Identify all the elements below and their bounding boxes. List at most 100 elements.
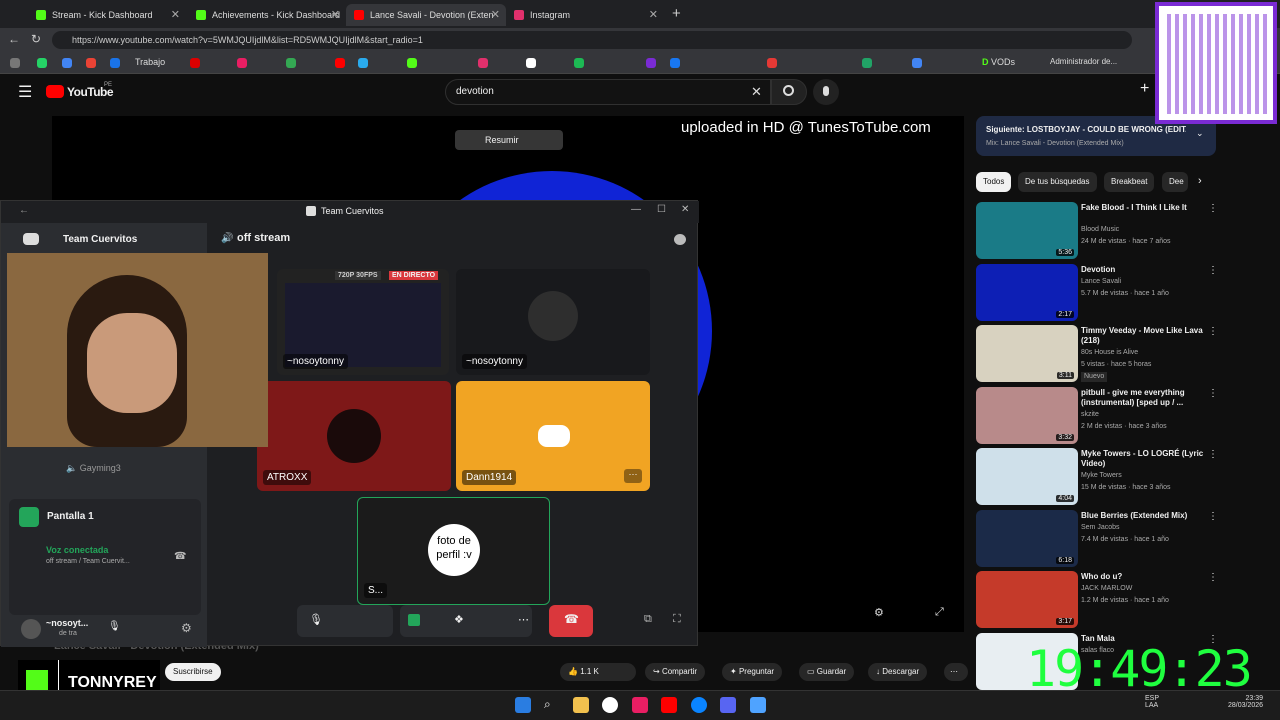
bookmark-vods[interactable]: D VODs bbox=[982, 57, 1015, 67]
microphone-icon[interactable]: 🎙 bbox=[108, 621, 121, 632]
rec-channel[interactable]: 80s House is Alive bbox=[1081, 348, 1206, 358]
close-icon[interactable]: ✕ bbox=[331, 8, 340, 21]
kebab-menu-icon[interactable]: ⋮ bbox=[1208, 388, 1218, 399]
spotify-icon[interactable] bbox=[574, 58, 584, 68]
chevron-right-icon[interactable]: › bbox=[1198, 175, 1202, 187]
menu-icon[interactable]: ☰ bbox=[18, 82, 32, 102]
voice-sub[interactable]: off stream / Team Cuervit... bbox=[46, 558, 130, 565]
rec-thumbnail[interactable]: 6:18 bbox=[976, 509, 1078, 567]
video-tile-dann[interactable]: Dann1914 ⋯ bbox=[456, 381, 650, 491]
calendar-icon[interactable] bbox=[110, 58, 120, 68]
media-icon[interactable] bbox=[661, 697, 677, 713]
facebook-icon[interactable] bbox=[670, 58, 680, 68]
rec-channel[interactable]: JACK MARLOW bbox=[1081, 584, 1206, 594]
video-tile-atroxx[interactable]: ATROXX bbox=[257, 381, 451, 491]
tab-instagram[interactable]: Instagram ✕ bbox=[506, 4, 664, 26]
music-icon[interactable] bbox=[632, 697, 648, 713]
bookmark-icon[interactable] bbox=[912, 58, 922, 68]
rec-channel[interactable]: Myke Towers bbox=[1081, 471, 1206, 481]
chat-bubble-icon[interactable] bbox=[674, 234, 686, 245]
more-options-icon[interactable]: ⋯ bbox=[624, 469, 642, 483]
rec-title[interactable]: Fake Blood - I Think I Like It bbox=[1081, 203, 1206, 213]
new-tab-button[interactable]: + bbox=[672, 5, 681, 22]
x-icon[interactable] bbox=[526, 58, 536, 68]
leave-call-button[interactable]: ☎ bbox=[549, 605, 593, 637]
url-field[interactable]: https://www.youtube.com/watch?v=5WMJQUIj… bbox=[52, 31, 1132, 49]
chrome-icon[interactable] bbox=[602, 697, 618, 713]
minimize-icon[interactable]: — bbox=[631, 204, 641, 215]
rec-channel[interactable]: Sem Jacobs bbox=[1081, 523, 1206, 533]
more-icon[interactable]: ⋯ bbox=[518, 613, 529, 626]
clear-search-icon[interactable]: ✕ bbox=[751, 84, 762, 100]
back-arrow-icon[interactable]: ← bbox=[8, 32, 20, 46]
summarize-button[interactable]: Resumir bbox=[455, 130, 563, 150]
maximize-icon[interactable]: ☐ bbox=[657, 204, 666, 215]
like-button[interactable]: 👍 1.1 K bbox=[560, 663, 636, 681]
rec-thumbnail[interactable]: 4:04 bbox=[976, 448, 1078, 505]
app-icon[interactable] bbox=[750, 697, 766, 713]
activities-icon[interactable]: ❖ bbox=[454, 613, 464, 626]
rec-thumbnail[interactable]: 3:17 bbox=[976, 571, 1078, 628]
fullscreen-icon[interactable]: ⛶ bbox=[673, 613, 681, 626]
close-icon[interactable]: ✕ bbox=[171, 8, 180, 21]
rec-channel[interactable]: skzite bbox=[1081, 410, 1206, 420]
rec-thumbnail[interactable]: 5:36 bbox=[976, 202, 1078, 259]
video-tile-self[interactable]: foto de perfil :v S... bbox=[357, 497, 550, 605]
share-button[interactable]: ↪ Compartir bbox=[645, 663, 706, 681]
discord-icon[interactable] bbox=[720, 697, 736, 713]
rec-channel[interactable]: Lance Savali bbox=[1081, 277, 1206, 287]
windows-start-icon[interactable] bbox=[515, 697, 531, 713]
kebab-menu-icon[interactable]: ⋮ bbox=[1208, 511, 1218, 522]
close-icon[interactable]: ✕ bbox=[649, 8, 658, 21]
chevron-down-icon[interactable]: ⌄ bbox=[1196, 128, 1204, 139]
bookmark-icon[interactable] bbox=[190, 58, 200, 68]
create-icon[interactable]: + bbox=[1140, 80, 1149, 98]
rec-thumbnail[interactable]: 3:11 bbox=[976, 325, 1078, 382]
system-clock[interactable]: 23:39 28/03/2026 bbox=[1228, 695, 1263, 709]
bookmark-icon[interactable] bbox=[10, 58, 20, 68]
video-tile-user[interactable]: ~nosoytonny bbox=[456, 269, 650, 375]
kebab-menu-icon[interactable]: ⋮ bbox=[1208, 572, 1218, 583]
ask-button[interactable]: ✦ Preguntar bbox=[722, 663, 783, 681]
rec-title[interactable]: pitbull - give me everything (instrument… bbox=[1081, 388, 1206, 408]
bookmark-admin[interactable]: Administrador de... bbox=[1050, 57, 1117, 66]
rec-title[interactable]: Devotion bbox=[1081, 265, 1206, 275]
tab-youtube[interactable]: Lance Savali - Devotion (Exten ✕ bbox=[346, 4, 506, 26]
instagram-icon[interactable] bbox=[478, 58, 488, 68]
settings-gear-icon[interactable]: ⚙ bbox=[874, 606, 884, 619]
rec-thumbnail[interactable]: 2:17 bbox=[976, 263, 1078, 321]
rec-channel[interactable]: Blood Music bbox=[1081, 225, 1206, 235]
search-input[interactable]: devotion bbox=[445, 79, 771, 105]
search-button[interactable] bbox=[771, 79, 807, 105]
reload-icon[interactable]: ↻ bbox=[31, 32, 41, 46]
download-button[interactable]: ↓ Descargar bbox=[868, 663, 928, 681]
kebab-menu-icon[interactable]: ⋮ bbox=[1208, 265, 1218, 276]
settings-gear-icon[interactable]: ⚙ bbox=[181, 621, 192, 635]
edge-icon[interactable] bbox=[691, 697, 707, 713]
voice-channel-gayming[interactable]: 🔈 Gayming3 bbox=[66, 463, 121, 474]
popout-icon[interactable]: ⧉ bbox=[644, 613, 652, 626]
drive-icon[interactable] bbox=[62, 58, 72, 68]
mute-button[interactable]: 🎙 bbox=[297, 605, 393, 637]
bookmark-folder-trabajo[interactable]: Trabajo bbox=[135, 57, 165, 67]
close-icon[interactable]: ✕ bbox=[491, 8, 500, 21]
kick-icon[interactable] bbox=[407, 58, 417, 68]
video-tile-screenshare[interactable]: 720P 30FPS EN DIRECTO ~nosoytonny bbox=[277, 269, 449, 375]
whatsapp-icon[interactable] bbox=[37, 58, 47, 68]
server-name[interactable]: Team Cuervitos bbox=[63, 234, 137, 245]
chip-searches[interactable]: De tus búsquedas bbox=[1018, 172, 1097, 192]
kebab-menu-icon[interactable]: ⋮ bbox=[1208, 203, 1218, 214]
kebab-menu-icon[interactable]: ⋮ bbox=[1208, 449, 1218, 460]
music-icon[interactable] bbox=[237, 58, 247, 68]
rec-title[interactable]: Timmy Veeday - Move Like Lava (218) bbox=[1081, 326, 1206, 346]
chip-breakbeat[interactable]: Breakbeat bbox=[1104, 172, 1155, 192]
bookmark-icon[interactable] bbox=[646, 58, 656, 68]
more-actions-button[interactable]: ⋯ bbox=[944, 663, 968, 681]
subscribe-button[interactable]: Suscribirse bbox=[165, 663, 221, 681]
rec-title[interactable]: Blue Berries (Extended Mix) bbox=[1081, 511, 1206, 521]
youtube-logo-icon[interactable] bbox=[46, 85, 64, 98]
disconnect-icon[interactable]: ☎ bbox=[174, 551, 186, 562]
language-indicator[interactable]: ESP LAA bbox=[1145, 695, 1159, 709]
excel-icon[interactable] bbox=[862, 58, 872, 68]
fullscreen-icon[interactable]: ⤢ bbox=[935, 606, 944, 619]
